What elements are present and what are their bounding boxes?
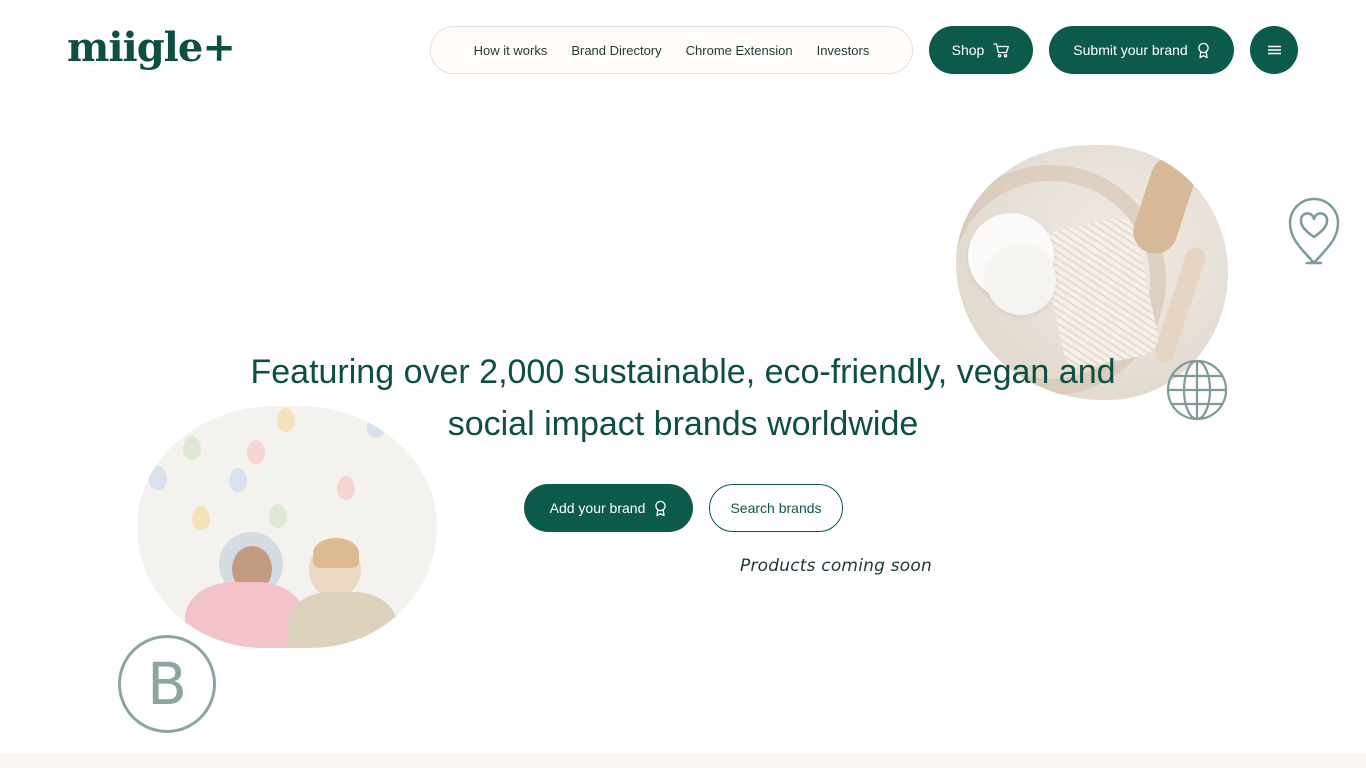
b-corp-letter: B [147, 650, 187, 718]
search-brands-label: Search brands [730, 500, 822, 516]
page: miigle+ How it works Brand Directory Chr… [0, 0, 1366, 768]
heart-pin-icon [1287, 196, 1341, 271]
main-nav: How it works Brand Directory Chrome Exte… [430, 26, 913, 74]
award-icon [1197, 42, 1210, 59]
hero-headline-line-2: social impact brands worldwide [447, 405, 919, 443]
hero-headline-line-1: Featuring over 2,000 sustainable, eco-fr… [250, 353, 1116, 391]
search-brands-button[interactable]: Search brands [709, 484, 843, 532]
shop-button-label: Shop [951, 42, 985, 58]
submit-brand-label: Submit your brand [1073, 42, 1188, 58]
miigle-logo[interactable]: miigle+ [67, 22, 236, 74]
submit-brand-button[interactable]: Submit your brand [1049, 26, 1234, 74]
nav-link-chrome-extension[interactable]: Chrome Extension [686, 43, 793, 58]
b-corp-badge: B [118, 635, 216, 733]
award-icon [654, 500, 667, 517]
add-your-brand-button[interactable]: Add your brand [524, 484, 693, 532]
cart-icon [993, 42, 1010, 58]
products-coming-soon-text: Products coming soon [740, 556, 932, 576]
nav-link-how-it-works[interactable]: How it works [474, 43, 548, 58]
menu-button[interactable] [1250, 26, 1298, 74]
nav-link-investors[interactable]: Investors [817, 43, 870, 58]
next-section-edge [0, 753, 1366, 768]
add-brand-label: Add your brand [549, 500, 646, 516]
shop-button[interactable]: Shop [929, 26, 1033, 74]
hamburger-menu-icon [1267, 45, 1281, 55]
hero-headline: Featuring over 2,000 sustainable, eco-fr… [183, 346, 1183, 450]
nav-link-brand-directory[interactable]: Brand Directory [571, 43, 661, 58]
